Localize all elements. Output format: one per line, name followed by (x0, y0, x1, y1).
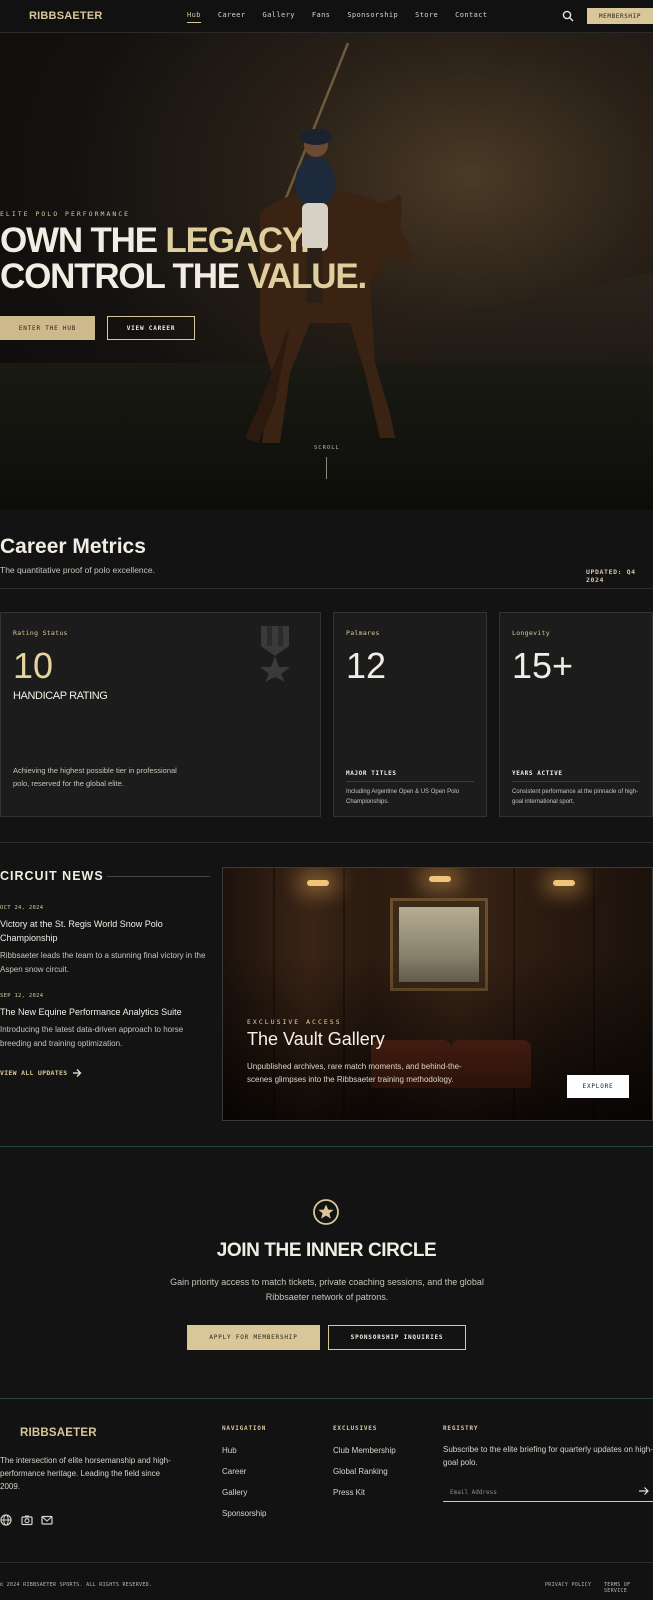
arrow-right-icon[interactable] (638, 1485, 650, 1497)
email-input[interactable] (450, 1485, 630, 1499)
metric-card-palmares: Palmares 12 MAJOR TITLES Including Argen… (333, 612, 487, 817)
footer-description: The intersection of elite horsemanship a… (0, 1456, 171, 1491)
card-sublabel: HANDICAP RATING (13, 690, 108, 702)
inner-circle-title: JOIN THE INNER CIRCLE (216, 1240, 437, 1261)
hero-eyebrow: ELITE POLO PERFORMANCE (0, 210, 131, 218)
explore-button[interactable]: EXPLORE (567, 1075, 629, 1098)
copyright-text: © 2024 RIBBSAETER SPORTS. ALL RIGHTS RES… (0, 1582, 153, 1588)
card-description: Achieving the highest possible tier in p… (13, 766, 177, 788)
news-title[interactable]: The New Equine Performance Analytics Sui… (0, 1005, 212, 1019)
card-foot-divider (346, 781, 474, 782)
privacy-policy-link[interactable]: PRIVACY POLICY (545, 1582, 591, 1588)
hero-section: ELITE POLO PERFORMANCE OWN THE LEGACY. C… (0, 33, 653, 510)
nav-link-store[interactable]: Store (415, 11, 438, 19)
hero-title-part: CONTROL THE (0, 257, 248, 296)
camera-icon[interactable] (21, 1514, 33, 1526)
metrics-updated-label: UPDATED: Q4 2024 (586, 568, 636, 584)
news-heading: CIRCUIT NEWS (0, 869, 104, 883)
apply-membership-button[interactable]: APPLY FOR MEMBERSHIP (187, 1325, 320, 1350)
view-career-button[interactable]: VIEW CAREER (107, 316, 195, 340)
inner-circle-description: Gain priority access to match tickets, p… (170, 1277, 484, 1302)
terms-of-service-link[interactable]: TERMS OF SERVICE (604, 1582, 653, 1594)
section-divider (0, 1146, 653, 1147)
footer-brand[interactable]: RIBBSAETER (20, 1427, 97, 1439)
hero-title-highlight: VALUE. (247, 257, 367, 296)
footer: RIBBSAETER The intersection of elite hor… (0, 1399, 653, 1600)
scroll-indicator-label[interactable]: SCROLL (314, 445, 340, 451)
footer-registry-description: Subscribe to the elite briefing for quar… (443, 1445, 653, 1467)
vault-title: The Vault Gallery (247, 1029, 385, 1049)
card-label: Rating Status (13, 629, 68, 637)
card-foot-title: YEARS ACTIVE (512, 770, 563, 777)
hero-title-part: OWN THE (0, 221, 166, 260)
nav-link-sponsorship[interactable]: Sponsorship (347, 11, 398, 19)
hero-title: OWN THE LEGACY. CONTROL THE VALUE. (0, 223, 367, 296)
nav-link-gallery[interactable]: Gallery (263, 11, 295, 19)
mail-icon[interactable] (41, 1514, 53, 1526)
footer-exclusives-heading: EXCLUSIVES (333, 1425, 378, 1432)
footer-link-career[interactable]: Career (222, 1467, 246, 1476)
card-foot-description: Consistent performance at the pinnacle o… (512, 789, 639, 805)
enter-hub-button[interactable]: ENTER THE HUB (0, 316, 95, 340)
news-description: Introducing the latest data-driven appro… (0, 1025, 184, 1048)
footer-link-sponsorship[interactable]: Sponsorship (222, 1509, 266, 1518)
hero-title-line-1: OWN THE LEGACY. (0, 223, 366, 259)
metrics-subtitle: The quantitative proof of polo excellenc… (0, 565, 155, 575)
vault-eyebrow: EXCLUSIVE ACCESS (247, 1018, 342, 1026)
search-icon[interactable] (562, 10, 574, 22)
card-foot-description: Including Argentine Open & US Open Polo … (346, 789, 460, 805)
metric-card-rating: Rating Status 10 HANDICAP RATING Achievi… (0, 612, 321, 817)
arrow-right-icon (73, 1069, 82, 1077)
scroll-indicator-line (326, 457, 327, 479)
metrics-title: Career Metrics (0, 535, 146, 558)
nav-links: Hub Career Gallery Fans Sponsorship Stor… (187, 11, 487, 23)
section-divider (0, 842, 653, 843)
card-label: Palmares (346, 629, 380, 637)
medal-icon (260, 626, 290, 682)
metric-card-longevity: Longevity 15+ YEARS ACTIVE Consistent pe… (499, 612, 653, 817)
globe-icon[interactable] (0, 1514, 12, 1526)
news-date: OCT 24, 2024 (0, 905, 44, 911)
view-all-label: VIEW ALL UPDATES (0, 1069, 68, 1077)
footer-link-gallery[interactable]: Gallery (222, 1488, 247, 1497)
card-foot-divider (512, 781, 640, 782)
email-signup (443, 1482, 653, 1502)
footer-navigation-heading: NAVIGATION (222, 1425, 267, 1432)
membership-button[interactable]: MEMBERSHIP (587, 8, 653, 24)
card-foot-title: MAJOR TITLES (346, 770, 397, 777)
news-heading-rule (107, 876, 210, 877)
top-nav: RIBBSAETER Hub Career Gallery Fans Spons… (0, 0, 653, 33)
nav-link-contact[interactable]: Contact (455, 11, 487, 19)
footer-bottom-divider (0, 1562, 653, 1563)
footer-link-press-kit[interactable]: Press Kit (333, 1488, 365, 1497)
footer-link-global-ranking[interactable]: Global Ranking (333, 1467, 388, 1476)
vault-description: Unpublished archives, rare match moments… (247, 1062, 462, 1084)
card-label: Longevity (512, 629, 550, 637)
news-title[interactable]: Victory at the St. Regis World Snow Polo… (0, 917, 212, 945)
nav-link-fans[interactable]: Fans (312, 11, 330, 19)
nav-link-hub[interactable]: Hub (187, 11, 201, 23)
nav-link-career[interactable]: Career (218, 11, 246, 19)
footer-registry-heading: REGISTRY (443, 1425, 479, 1432)
footer-link-club-membership[interactable]: Club Membership (333, 1446, 396, 1455)
hero-title-line-2: CONTROL THE VALUE. (0, 257, 367, 296)
brand-logo[interactable]: RIBBSAETER (29, 10, 103, 22)
footer-link-hub[interactable]: Hub (222, 1446, 237, 1455)
card-value: 15+ (512, 645, 574, 686)
news-description: Ribbsaeter leads the team to a stunning … (0, 951, 206, 974)
sponsorship-inquiries-button[interactable]: SPONSORSHIP INQUIRIES (328, 1325, 466, 1350)
news-date: SEP 12, 2024 (0, 993, 44, 999)
hero-title-highlight: LEGACY. (165, 221, 309, 260)
star-icon (313, 1199, 339, 1225)
card-value: 10 (13, 645, 54, 686)
vault-gallery-card: EXCLUSIVE ACCESS The Vault Gallery Unpub… (222, 867, 653, 1121)
card-value: 12 (346, 645, 387, 686)
metrics-divider (0, 588, 653, 589)
view-all-updates-link[interactable]: VIEW ALL UPDATES (0, 1068, 82, 1078)
